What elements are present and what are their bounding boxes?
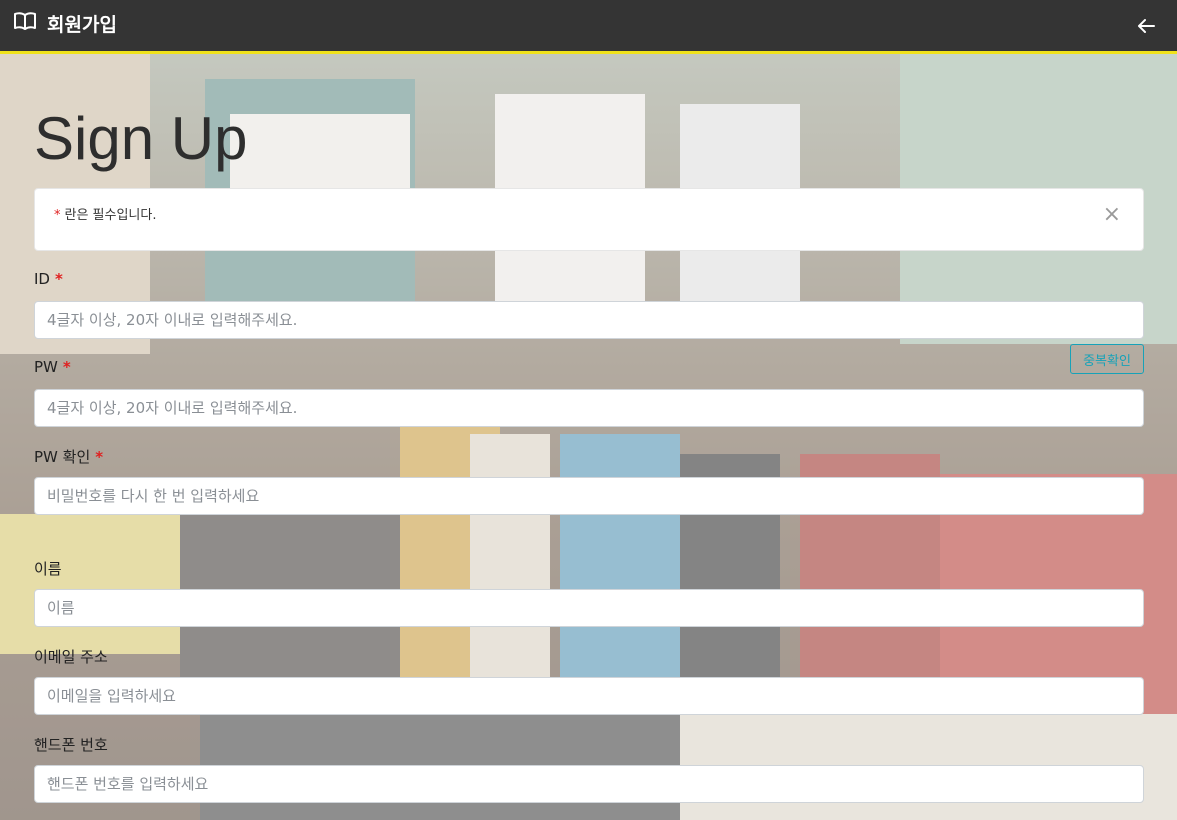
id-label-text: ID bbox=[34, 270, 50, 288]
required-asterisk: * bbox=[54, 270, 63, 288]
notice-text: 란은 필수입니다. bbox=[64, 208, 157, 223]
required-notice-alert: * 란은 필수입니다. × bbox=[34, 188, 1144, 251]
notice-message: * 란은 필수입니다. bbox=[54, 204, 157, 223]
page-title: Sign Up bbox=[34, 105, 248, 172]
duplicate-check-button[interactable]: 중복확인 bbox=[1070, 344, 1144, 374]
pw-confirm-label-text: PW 확인 bbox=[34, 448, 91, 466]
name-input[interactable] bbox=[34, 589, 1144, 627]
id-label: ID * bbox=[34, 270, 63, 288]
name-label: 이름 bbox=[34, 560, 62, 578]
email-input[interactable] bbox=[34, 677, 1144, 715]
pw-label-text: PW bbox=[34, 358, 58, 376]
password-confirm-input[interactable] bbox=[34, 477, 1144, 515]
id-input[interactable] bbox=[34, 301, 1144, 339]
app-header: 회원가입 bbox=[0, 0, 1177, 54]
required-asterisk: * bbox=[54, 208, 61, 223]
phone-input[interactable] bbox=[34, 765, 1144, 803]
password-input[interactable] bbox=[34, 389, 1144, 427]
pw-label: PW * bbox=[34, 358, 71, 376]
arrow-left-icon[interactable] bbox=[1135, 15, 1157, 37]
open-book-icon bbox=[14, 12, 36, 30]
close-icon[interactable]: × bbox=[1103, 204, 1121, 226]
phone-label: 핸드폰 번호 bbox=[34, 736, 108, 754]
app-title: 회원가입 bbox=[47, 14, 117, 36]
required-asterisk: * bbox=[62, 358, 71, 376]
pw-confirm-label: PW 확인 * bbox=[34, 446, 103, 467]
required-asterisk: * bbox=[95, 448, 104, 466]
email-label: 이메일 주소 bbox=[34, 648, 108, 666]
